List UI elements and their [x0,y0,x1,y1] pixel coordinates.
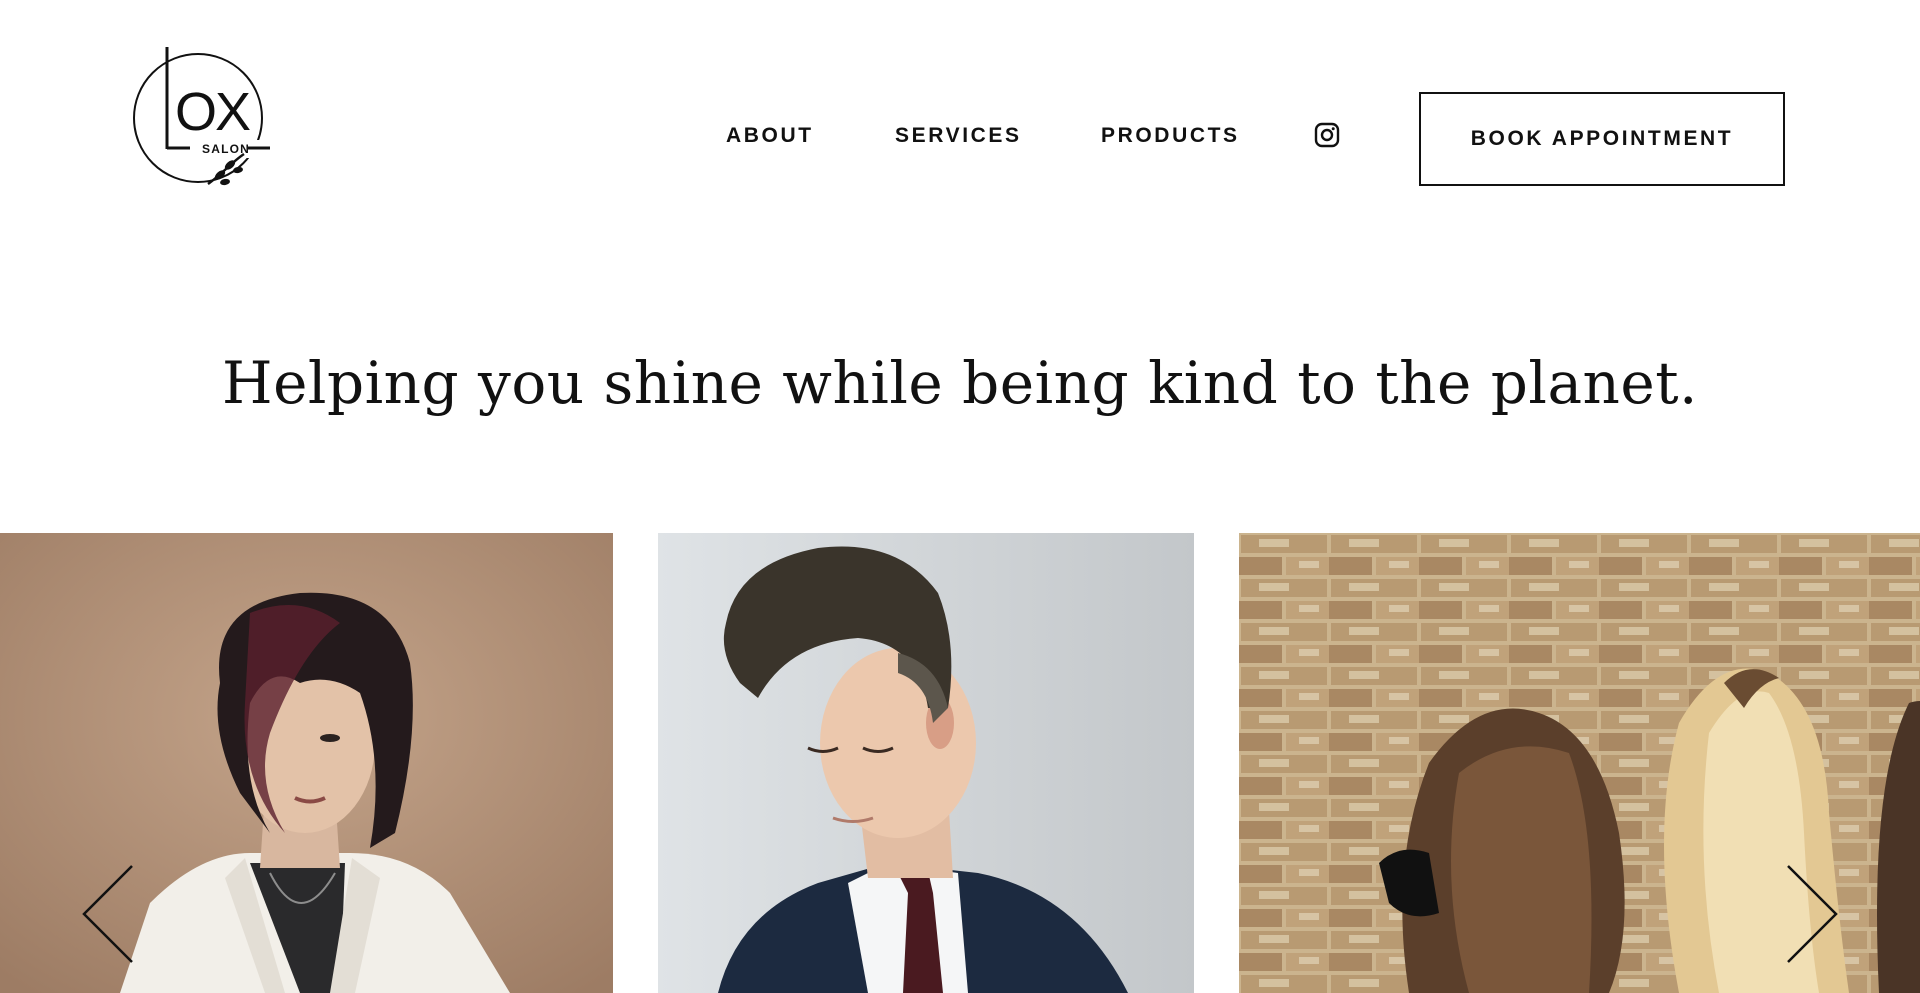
photo-man-pompadour [658,533,1194,993]
chevron-left-icon[interactable] [78,862,138,966]
book-appointment-label: BOOK APPOINTMENT [1470,127,1734,150]
gallery-slide-man-pompadour[interactable] [658,533,1194,993]
chevron-right-icon[interactable] [1782,862,1842,966]
photo-carousel [0,533,1920,993]
nav-services[interactable]: SERVICES [895,124,1022,148]
instagram-icon[interactable] [1314,122,1340,148]
hero-heading: Helping you shine while being kind to th… [222,349,1698,417]
site-header: OX SALON ABOUT SERVICES PRODUCTS BOOK AP… [0,0,1920,230]
nav-products[interactable]: PRODUCTS [1101,124,1240,148]
nav-about[interactable]: ABOUT [726,124,814,148]
salon-logo[interactable]: OX SALON [130,44,275,189]
logo-mark: OX SALON [133,47,270,186]
book-appointment-button[interactable]: BOOK APPOINTMENT [1419,92,1785,186]
